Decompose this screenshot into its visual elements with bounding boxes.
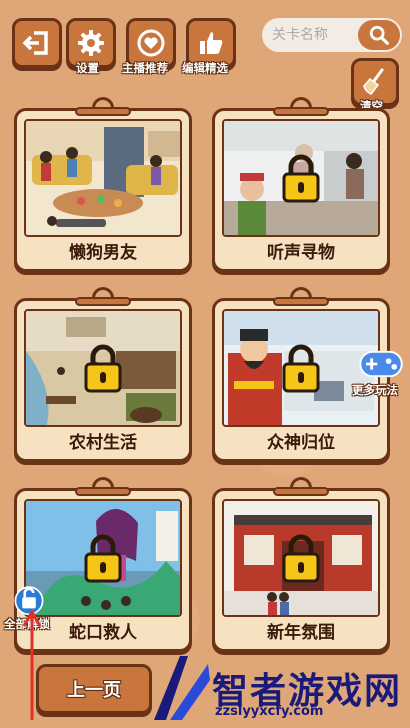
- living-room-scene: [26, 121, 180, 235]
- lock-icon: [84, 534, 122, 583]
- level-thumbnail: [24, 119, 182, 237]
- card-hook-bar: [273, 107, 329, 116]
- level-card-3[interactable]: 农村生活: [14, 287, 192, 462]
- level-card-6[interactable]: 新年氛围: [212, 477, 390, 652]
- level-title: 众神归位: [267, 433, 335, 453]
- lock-icon: [84, 344, 122, 393]
- level-title: 听声寻物: [267, 243, 335, 263]
- card-hook-bar: [75, 487, 131, 496]
- card-hook-bar: [75, 297, 131, 306]
- streamer-recommend-label: 主播推荐: [122, 61, 168, 75]
- search-button[interactable]: [358, 20, 400, 50]
- broom-icon: [363, 68, 384, 95]
- more-games-button[interactable]: 更多玩法: [352, 348, 404, 397]
- level-thumbnail: [222, 499, 380, 617]
- card-hook-bar: [273, 297, 329, 306]
- settings-label: 设置: [76, 61, 99, 75]
- search-icon: [369, 25, 389, 45]
- level-title: 农村生活: [69, 433, 137, 453]
- search-bar: [262, 18, 402, 52]
- heart-icon: [137, 29, 165, 57]
- card-hook-bar: [273, 487, 329, 496]
- editor-pick-label: 编辑精选: [182, 61, 228, 75]
- card-hook-bar: [75, 107, 131, 116]
- level-thumbnail: [222, 119, 380, 237]
- prev-page-label: 上一页: [67, 680, 121, 701]
- level-thumbnail: [24, 309, 182, 427]
- more-games-label: 更多玩法: [352, 383, 398, 397]
- watermark-logo: [154, 656, 210, 720]
- watermark-url: zzslyyxcfy.com: [215, 704, 324, 719]
- gamepad-icon: [359, 350, 403, 378]
- exit-icon: [22, 31, 48, 55]
- lock-icon: [282, 534, 320, 583]
- gear-icon: [78, 30, 104, 56]
- prev-page-button[interactable]: 上一页: [36, 664, 152, 714]
- level-title: 懒狗男友: [69, 243, 137, 263]
- level-title: 新年氛围: [267, 623, 335, 643]
- level-card-1[interactable]: 懒狗男友: [14, 97, 192, 272]
- thumbs-up-icon: [200, 32, 223, 54]
- back-button[interactable]: [12, 18, 62, 68]
- search-input[interactable]: [272, 27, 358, 43]
- lock-icon: [282, 154, 320, 203]
- lock-icon: [282, 344, 320, 393]
- level-card-2[interactable]: 听声寻物: [212, 97, 390, 272]
